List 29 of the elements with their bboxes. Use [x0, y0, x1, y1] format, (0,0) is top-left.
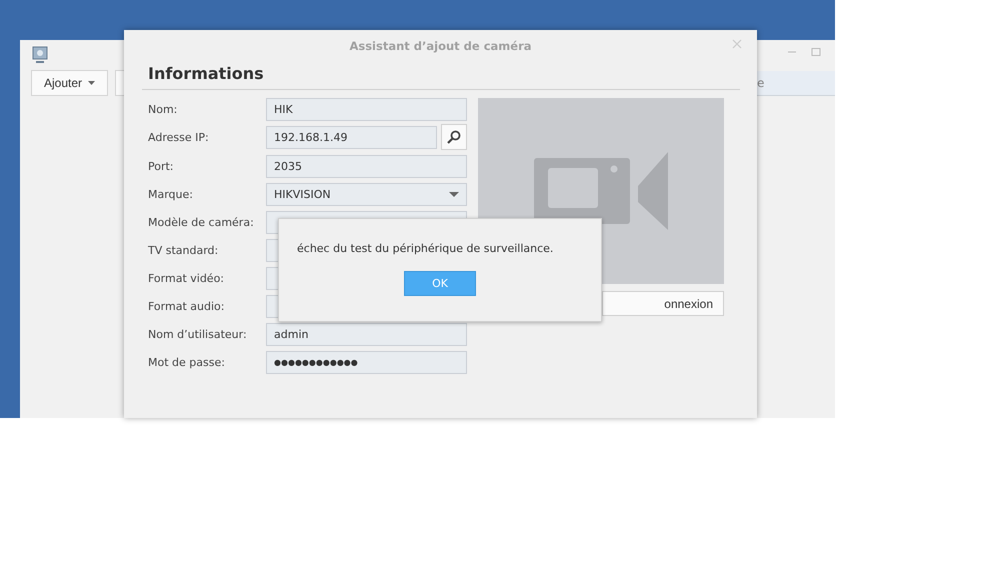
field-label: Port:: [148, 159, 175, 175]
field-label: Nom:: [148, 102, 178, 118]
test-connection-button[interactable]: onnexion: [602, 291, 724, 316]
field-label: Marque:: [148, 187, 194, 203]
close-icon[interactable]: [732, 39, 742, 49]
error-message: échec du test du périphérique de surveillance.: [297, 241, 554, 257]
add-menu-button[interactable]: Ajouter: [31, 70, 108, 96]
input-field[interactable]: 2035: [266, 155, 467, 178]
field-label: Format vidéo:: [148, 271, 226, 287]
input-field[interactable]: admin: [266, 323, 467, 346]
field-label: Nom d’utilisateur:: [148, 327, 248, 343]
field-label: Modèle de caméra:: [148, 215, 255, 231]
app-icon: [32, 46, 48, 64]
caret-icon: [88, 81, 96, 85]
field-label: Mot de passe:: [148, 355, 226, 371]
window-title: Assistant d’ajout de caméra: [349, 38, 532, 55]
input-field[interactable]: HIK: [266, 98, 467, 121]
search-button[interactable]: [441, 124, 467, 150]
field-label: Adresse IP:: [148, 130, 210, 146]
maximize-icon[interactable]: [811, 47, 821, 57]
dropdown-field[interactable]: HIKVISION: [266, 183, 467, 206]
password-field[interactable]: ●●●●●●●●●●●●: [266, 351, 467, 374]
column-header: e: [757, 71, 835, 96]
dropdown-arrow-icon: [449, 192, 459, 197]
section-heading: Informations: [148, 64, 264, 85]
field-label: Format audio:: [148, 299, 226, 315]
field-label: TV standard:: [148, 243, 220, 259]
search-icon: [447, 130, 461, 144]
input-field[interactable]: 192.168.1.49: [266, 126, 437, 149]
